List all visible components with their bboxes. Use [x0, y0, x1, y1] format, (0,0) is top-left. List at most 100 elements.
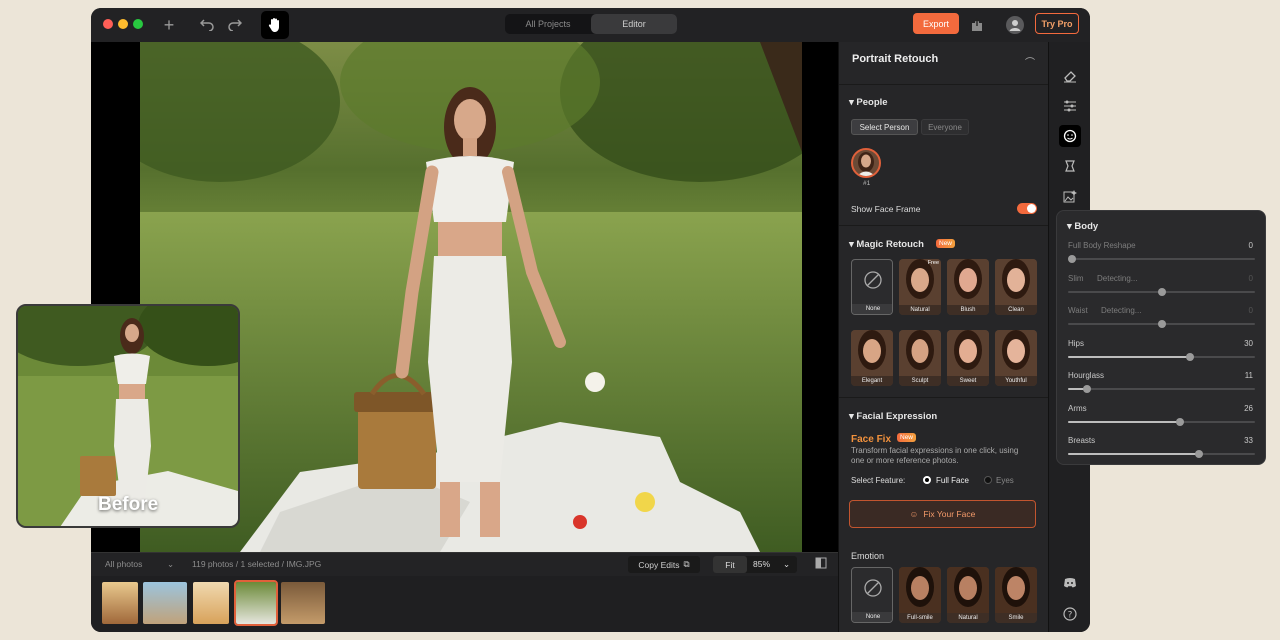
breasts-slider-fill	[1068, 453, 1199, 455]
slim-slider-knob[interactable]	[1157, 287, 1166, 296]
slim-status: Detecting...	[1097, 273, 1138, 283]
hips-slider-knob[interactable]	[1185, 352, 1194, 361]
radio-full-face[interactable]	[923, 476, 931, 484]
body-section-title[interactable]: ▾ Body	[1067, 221, 1098, 232]
full-body-reshape-label: Full Body Reshape	[1068, 241, 1136, 250]
chevron-down-icon[interactable]: ⌄	[167, 559, 174, 570]
facial-expression-title[interactable]: ▾ Facial Expression	[849, 411, 937, 422]
svg-text:?: ?	[1068, 611, 1073, 621]
style-sculpt[interactable]: Sculpt	[899, 330, 941, 386]
plus-icon[interactable]: +	[159, 15, 179, 35]
show-face-frame-toggle[interactable]	[1017, 203, 1037, 214]
emotion-none[interactable]: None	[851, 567, 893, 623]
style-natural[interactable]: Free Natural	[899, 259, 941, 315]
arms-slider-knob[interactable]	[1176, 417, 1185, 426]
style-elegant[interactable]: Elegant	[851, 330, 893, 386]
thumbnail[interactable]	[102, 582, 138, 624]
app-window: + All Projects Editor Export Try Pro All…	[91, 8, 1090, 632]
waist-slider[interactable]	[1068, 320, 1255, 328]
hips-slider-fill	[1068, 355, 1190, 358]
minimize-window-button[interactable]	[118, 19, 128, 29]
full-body-reshape-slider[interactable]	[1068, 255, 1255, 263]
full-face-option-label[interactable]: Full Face	[936, 476, 969, 486]
portrait-retouch-icon[interactable]	[1059, 125, 1081, 147]
filmstrip-toolbar: All photos ⌄ 119 photos / 1 selected / I…	[91, 552, 838, 576]
hips-label: Hips	[1068, 338, 1085, 348]
thumbnail[interactable]	[281, 582, 325, 624]
panel-title: Portrait Retouch	[852, 53, 939, 65]
select-person-button[interactable]: Select Person	[851, 119, 918, 135]
people-section-title[interactable]: ▾ People	[849, 97, 888, 108]
before-preview: Before	[16, 304, 240, 528]
copy-edits-button[interactable]: Copy Edits ⧉	[628, 556, 700, 573]
style-youthful[interactable]: Youthful	[995, 330, 1037, 386]
waist-label: Waist	[1068, 306, 1088, 315]
magic-face-icon: ☺	[909, 509, 919, 519]
close-window-button[interactable]	[103, 19, 113, 29]
hourglass-slider-knob[interactable]	[1082, 385, 1091, 393]
discord-icon[interactable]	[1059, 572, 1081, 594]
ai-background-icon[interactable]	[1059, 185, 1081, 207]
eyes-option-label[interactable]: Eyes	[996, 476, 1014, 486]
zoom-level[interactable]: 85%	[753, 559, 770, 569]
fix-your-face-button[interactable]: ☺ Fix Your Face	[849, 500, 1036, 528]
zoom-window-button[interactable]	[133, 19, 143, 29]
before-label: Before	[98, 494, 159, 515]
select-feature-label: Select Feature:	[851, 476, 906, 485]
share-icon[interactable]	[967, 15, 987, 35]
view-switcher: All Projects Editor	[505, 14, 677, 34]
hand-tool-button[interactable]	[261, 11, 289, 39]
slim-slider[interactable]	[1068, 287, 1255, 296]
user-avatar-icon[interactable]	[1005, 15, 1025, 35]
adjustments-icon[interactable]	[1059, 95, 1081, 117]
breasts-slider-knob[interactable]	[1194, 450, 1203, 458]
style-blush[interactable]: Blush	[947, 259, 989, 315]
style-sweet[interactable]: Sweet	[947, 330, 989, 386]
fit-button[interactable]: Fit	[713, 556, 747, 573]
hourglass-slider[interactable]	[1068, 385, 1255, 393]
person-avatar[interactable]	[851, 148, 881, 178]
everyone-button[interactable]: Everyone	[921, 119, 969, 135]
export-button[interactable]: Export	[913, 13, 959, 34]
emotion-title: Emotion	[851, 551, 885, 561]
arms-slider[interactable]	[1068, 417, 1255, 426]
arms-label: Arms	[1068, 403, 1087, 413]
redo-icon[interactable]	[225, 15, 245, 35]
waist-value: 0	[1248, 306, 1253, 315]
style-clean[interactable]: Clean	[995, 259, 1037, 315]
try-pro-button[interactable]: Try Pro	[1035, 13, 1079, 34]
photo-filter-dropdown[interactable]: All photos	[105, 559, 142, 569]
new-badge: New	[936, 239, 956, 248]
title-bar: + All Projects Editor Export Try Pro	[91, 8, 1090, 42]
compare-icon[interactable]	[815, 557, 827, 571]
collapse-panel-icon[interactable]: ⌒	[1025, 54, 1035, 69]
help-icon[interactable]: ?	[1059, 603, 1081, 625]
thumbnail[interactable]	[193, 582, 229, 624]
style-none[interactable]: None	[851, 259, 893, 315]
undo-icon[interactable]	[197, 15, 217, 35]
tab-editor[interactable]: Editor	[591, 14, 677, 34]
eraser-icon[interactable]	[1059, 65, 1081, 87]
thumbnail-strip	[91, 576, 838, 632]
emotion-natural[interactable]: Natural	[947, 567, 989, 623]
arms-value: 26	[1244, 403, 1253, 413]
chevron-down-icon[interactable]: ⌄	[783, 559, 790, 570]
slim-value: 0	[1248, 273, 1253, 283]
hourglass-value: 11	[1244, 371, 1253, 380]
free-badge: Free	[927, 260, 939, 266]
thumbnail[interactable]	[143, 582, 187, 624]
emotion-smile[interactable]: Smile	[995, 567, 1037, 623]
waist-slider-knob[interactable]	[1157, 320, 1166, 328]
waist-status: Detecting...	[1101, 306, 1142, 315]
thumbnail-selected[interactable]	[234, 580, 278, 626]
emotion-full-smile[interactable]: Full-smile	[899, 567, 941, 623]
breasts-slider[interactable]	[1068, 450, 1255, 458]
magic-retouch-title[interactable]: ▾ Magic Retouch	[849, 239, 924, 250]
tab-all-projects[interactable]: All Projects	[505, 14, 591, 34]
new-badge: New	[897, 433, 917, 442]
hips-slider[interactable]	[1068, 352, 1255, 361]
body-reshape-icon[interactable]	[1059, 155, 1081, 177]
radio-eyes[interactable]	[984, 476, 992, 484]
face-fix-description: Transform facial expressions in one clic…	[851, 446, 1019, 455]
full-body-reshape-slider-knob[interactable]	[1068, 255, 1076, 263]
